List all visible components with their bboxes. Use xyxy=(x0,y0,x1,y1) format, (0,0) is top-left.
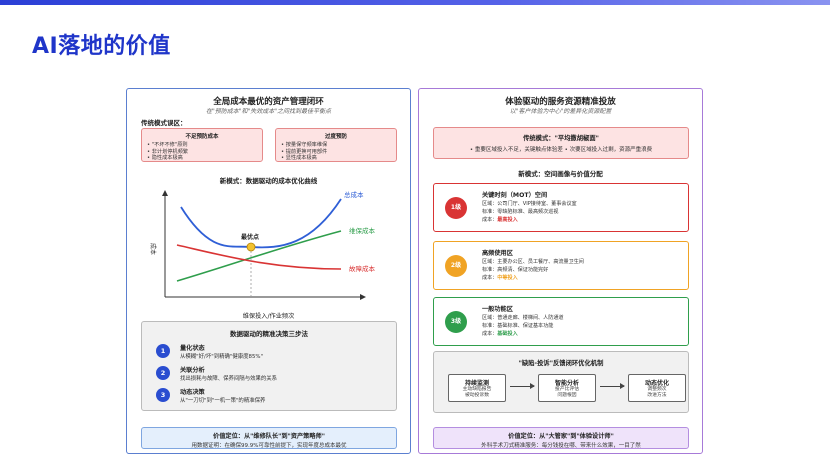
page-title: AI落地的价值 xyxy=(32,34,171,59)
over-line: • 按量保守频率维保 xyxy=(281,142,328,148)
tier-standard: 标准：基础标准、保证基本功能 xyxy=(482,323,554,329)
left-panel-subtitle: 在"预防成本"和"失效成本"之间找到最佳平衡点 xyxy=(205,108,332,115)
over-line: • 显性成本极高 xyxy=(281,155,317,162)
left-value-desc: 用数据证明：在确保99.9%可靠性前提下，实现年度总成本最优 xyxy=(191,443,347,449)
left-value-box: 价值定位：从"维修队长"到"资产策略师" 用数据证明：在确保99.9%可靠性前提… xyxy=(141,427,397,449)
loop-step-title: 智能分析 xyxy=(554,380,579,387)
failure-cost-label: 故障成本 xyxy=(349,264,376,273)
tier-cost-prefix: 成本： xyxy=(482,217,498,223)
tier-name: 关键时刻（MOT）空间 xyxy=(482,192,548,199)
step-title: 动态决策 xyxy=(180,389,205,396)
tier-cost: 成本：中等投入 xyxy=(482,274,518,281)
right-panel-subtitle: 以"客户体验为中心"的差异化资源配置 xyxy=(509,108,612,115)
loop-step-line: 问题根因 xyxy=(557,393,577,398)
right-trad-desc: • 重要区域投入不足，关键触点体验差 • 次要区域投入过剩，资源严重浪费 xyxy=(469,147,653,153)
right-trad-title: 传统模式："平均撒胡椒面" xyxy=(523,135,599,142)
tier-name: 一般功能区 xyxy=(482,306,513,313)
right-value-title: 价值定位：从"大管家"到"体验设计师" xyxy=(508,433,614,440)
tier-2-box: 2级 高频使用区 区域：主要办公区、员工餐厅、高流量卫生间 标准：高频清、保证功… xyxy=(433,241,689,290)
tier-name: 高频使用区 xyxy=(482,250,513,257)
insufficient-line: • "不坏不修"原则 xyxy=(147,142,188,148)
step-desc: 从模糊"好/坏"到精确"健康度85%" xyxy=(180,354,264,360)
insufficient-prevention-box: 不足预防成本 • "不坏不修"原则 • 非计划停机频繁 • 隐性成本极高 xyxy=(141,128,263,162)
tier-area: 区域：公司门厅、VIP接待室、董事会议室 xyxy=(482,201,577,207)
step-number: 2 xyxy=(156,366,170,380)
loop-step-line: 被动投诉数 xyxy=(465,393,489,398)
step-title: 关联分析 xyxy=(180,367,205,374)
tier-cost: 成本：基础投入 xyxy=(482,330,518,337)
total-cost-curve xyxy=(180,198,342,249)
step-title: 量化状态 xyxy=(180,345,205,352)
tier-cost-value: 中等投入 xyxy=(497,275,518,281)
over-prevention-box: 过度预防 • 按量保守频率维保 • 提前更换可用部件 • 显性成本极高 xyxy=(275,128,397,162)
tier-cost: 成本：最高投入 xyxy=(482,216,518,223)
left-value-title: 价值定位：从"维修队长"到"资产策略师" xyxy=(213,433,325,440)
right-trad-box: 传统模式："平均撒胡椒面" • 重要区域投入不足，关键触点体验差 • 次要区域投… xyxy=(433,127,689,159)
maintenance-cost-label: 维保成本 xyxy=(349,226,376,235)
optimum-point xyxy=(246,242,256,252)
tier-badge: 1级 xyxy=(445,197,467,219)
left-panel: 全局成本最优的资产管理闭环 在"预防成本"和"失效成本"之间找到最佳平衡点 传统… xyxy=(126,88,411,454)
x-axis-label: 维保投入/作业频次 xyxy=(242,313,295,320)
right-value-desc: 外科手术刀式精准服务：每分钱投在哪、带来什么效果，一目了然 xyxy=(481,443,641,449)
optimum-label: 最优点 xyxy=(241,233,259,241)
loop-step-monitor: 持续监测 主动缺陷报告 被动投诉数 xyxy=(448,374,506,402)
arrow-right-icon xyxy=(510,383,535,389)
failure-cost-curve xyxy=(176,244,342,270)
over-prevention-title: 过度预防 xyxy=(324,134,347,140)
loop-step-line: 改进方法 xyxy=(647,393,667,398)
left-new-label: 新模式：数据驱动的成本优化曲线 xyxy=(219,177,318,185)
tier-1-box: 1级 关键时刻（MOT）空间 区域：公司门厅、VIP接待室、董事会议室 标准：零… xyxy=(433,183,689,232)
insufficient-prevention-title: 不足预防成本 xyxy=(185,134,219,140)
tier-badge: 3级 xyxy=(445,311,467,333)
tier-cost-value: 最高投入 xyxy=(497,217,518,223)
loop-step-title: 持续监测 xyxy=(464,380,489,387)
loop-step-analyze: 智能分析 投产比评估 问题根因 xyxy=(538,374,596,402)
tier-3-box: 3级 一般功能区 区域：普通走廊、楼梯间、人防通道 标准：基础标准、保证基本功能… xyxy=(433,297,689,346)
total-cost-label: 总成本 xyxy=(344,190,364,199)
tier-area: 区域：普通走廊、楼梯间、人防通道 xyxy=(482,315,564,321)
insufficient-line: • 隐性成本极高 xyxy=(147,155,183,162)
three-step-method-box: 数据驱动的精准决策三步法 1 量化状态 从模糊"好/坏"到精确"健康度85%" … xyxy=(141,321,397,411)
tier-cost-value: 基础投入 xyxy=(497,331,518,337)
left-trad-label: 传统模式误区： xyxy=(141,119,187,127)
step-desc: 从"一刀切"到"一机一策"的精准保养 xyxy=(180,398,266,404)
tier-standard: 标准：零缺陷标准、最高频次巡视 xyxy=(482,209,559,215)
tier-standard: 标准：高频清、保证功能完好 xyxy=(482,267,549,273)
step-number: 1 xyxy=(156,344,170,358)
feedback-loop-box: "缺陷-投诉"反馈闭环优化机制 持续监测 主动缺陷报告 被动投诉数 智能分析 投… xyxy=(433,351,689,413)
y-axis-label: 成本 xyxy=(149,243,157,255)
tier-cost-prefix: 成本： xyxy=(482,331,498,337)
top-accent-bar xyxy=(0,0,830,5)
three-step-title: 数据驱动的精准决策三步法 xyxy=(230,330,308,338)
tier-badge: 2级 xyxy=(445,255,467,277)
step-desc: 找出损耗与故障、保养间隔与效果的关系 xyxy=(180,376,278,382)
right-panel: 体验驱动的服务资源精准投放 以"客户体验为中心"的差异化资源配置 传统模式："平… xyxy=(418,88,703,454)
arrow-right-icon xyxy=(600,383,625,389)
step-number: 3 xyxy=(156,388,170,402)
cost-curve-diagram: 最优点 总成本 维保成本 故障成本 成本 xyxy=(149,190,376,300)
loop-step-optimize: 动态优化 调整频次 改进方法 xyxy=(628,374,686,402)
right-new-label: 新模式：空间画像与价值分配 xyxy=(518,170,603,178)
feedback-loop-title: "缺陷-投诉"反馈闭环优化机制 xyxy=(518,360,604,367)
tier-cost-prefix: 成本： xyxy=(482,275,498,281)
loop-step-title: 动态优化 xyxy=(644,380,669,387)
right-value-box: 价值定位：从"大管家"到"体验设计师" 外科手术刀式精准服务：每分钱投在哪、带来… xyxy=(433,427,689,449)
tier-area: 区域：主要办公区、员工餐厅、高流量卫生间 xyxy=(482,259,584,265)
